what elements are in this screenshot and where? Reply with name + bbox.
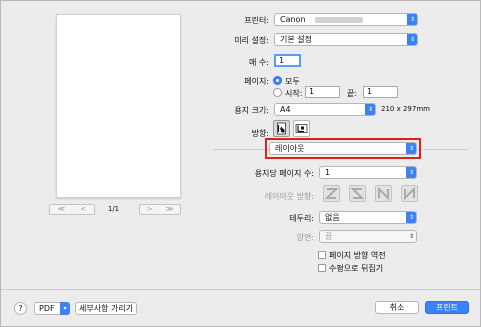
two-sided-select: 끔 ⇕ [319, 230, 417, 243]
landscape-orientation-button[interactable] [293, 120, 310, 137]
presets-select[interactable]: 기본 설정 ⇕ [274, 33, 418, 46]
preview-nav-next-last[interactable]: > ≫ [139, 204, 181, 215]
chevron-updown-icon: ⇕ [406, 167, 416, 178]
section-menu-select[interactable]: 레이아웃 ⇕ [269, 142, 417, 155]
paper-size-select[interactable]: A4 ⇕ [274, 103, 376, 116]
page-preview [56, 14, 181, 198]
help-button[interactable]: ? [14, 302, 27, 315]
landscape-icon [295, 124, 308, 133]
pages-per-sheet-value: 1 [325, 168, 331, 177]
preview-nav-first-prev[interactable]: ≪ < [49, 204, 95, 215]
prev-page-icon[interactable]: < [80, 205, 86, 214]
pages-from-input[interactable]: 1 [305, 86, 340, 98]
pages-to-input[interactable]: 1 [363, 86, 398, 98]
chevron-updown-icon: ⇕ [407, 34, 417, 45]
pages-per-sheet-select[interactable]: 1 ⇕ [319, 166, 417, 179]
two-sided-value: 끔 [325, 232, 333, 241]
border-select[interactable]: 없음 ⇕ [319, 211, 417, 224]
layout-reverse-n-icon [404, 186, 415, 201]
chevron-updown-icon: ⇕ [406, 212, 416, 223]
printer-model-redacted [315, 17, 363, 23]
printer-select[interactable]: Canon ⇕ [274, 13, 418, 26]
border-value: 없음 [325, 213, 340, 222]
pdf-label: PDF [39, 304, 55, 313]
chevron-down-icon: ▾ [60, 302, 70, 315]
chevron-updown-icon: ⇕ [408, 233, 415, 240]
portrait-orientation-button[interactable] [273, 120, 290, 137]
pages-per-sheet-label: 용지당 페이지 수: [254, 169, 314, 178]
layout-s-icon [350, 188, 365, 199]
layout-direction-rn-button[interactable] [401, 185, 418, 202]
paper-size-label: 용지 크기: [234, 106, 269, 115]
last-page-icon[interactable]: ≫ [166, 205, 173, 214]
footer-separator [1, 289, 480, 290]
section-menu-value: 레이아웃 [275, 144, 305, 153]
hide-details-button[interactable]: 세부사항 가리기 [75, 302, 137, 315]
layout-z-icon [324, 188, 339, 199]
first-page-icon[interactable]: ≪ [58, 205, 65, 214]
pages-range-radio[interactable] [273, 88, 282, 97]
print-dialog: ≪ < 1/1 > ≫ 프린터: Canon ⇕ 미리 설정: 기본 설정 ⇕ … [0, 0, 481, 327]
copies-input[interactable]: 1 [274, 54, 301, 67]
reverse-orientation-label: 페이지 방향 역전 [329, 251, 386, 260]
layout-n-icon [378, 186, 389, 201]
layout-direction-label: 레이아웃 방향: [264, 192, 314, 201]
next-page-icon[interactable]: > [147, 205, 153, 214]
paper-dimensions: 210 x 297mm [381, 105, 430, 113]
chevron-updown-icon: ⇕ [406, 143, 416, 154]
layout-direction-n-button[interactable] [375, 185, 392, 202]
layout-direction-s-button[interactable] [349, 185, 366, 202]
copies-label: 매 수: [249, 58, 269, 67]
pdf-menu-button[interactable]: PDF ▾ [34, 302, 70, 315]
pages-from-label: 시작: [285, 89, 303, 98]
chevron-updown-icon: ⇕ [365, 104, 375, 115]
flip-horizontal-checkbox[interactable] [318, 264, 326, 272]
preview-page-indicator: 1/1 [107, 205, 120, 213]
pages-to-label: 끝: [347, 89, 358, 98]
paper-size-value: A4 [280, 105, 291, 114]
two-sided-label: 양면: [296, 233, 314, 242]
border-label: 테두리: [289, 214, 314, 223]
pages-all-radio[interactable] [273, 76, 282, 85]
pages-label: 페이지: [244, 77, 269, 86]
chevron-updown-icon: ⇕ [407, 14, 417, 25]
print-button[interactable]: 프린트 [425, 301, 469, 314]
layout-direction-z-button[interactable] [323, 185, 340, 202]
orientation-label: 방향: [251, 129, 269, 138]
portrait-icon [277, 122, 286, 135]
cancel-button[interactable]: 취소 [375, 301, 419, 314]
flip-horizontal-label: 수평으로 뒤집기 [329, 264, 384, 273]
reverse-orientation-checkbox[interactable] [318, 251, 326, 259]
printer-label: 프린터: [244, 16, 269, 25]
presets-label: 미리 설정: [234, 36, 269, 45]
printer-value: Canon [280, 15, 306, 24]
presets-value: 기본 설정 [280, 35, 312, 44]
pages-all-label: 모두 [285, 77, 300, 86]
